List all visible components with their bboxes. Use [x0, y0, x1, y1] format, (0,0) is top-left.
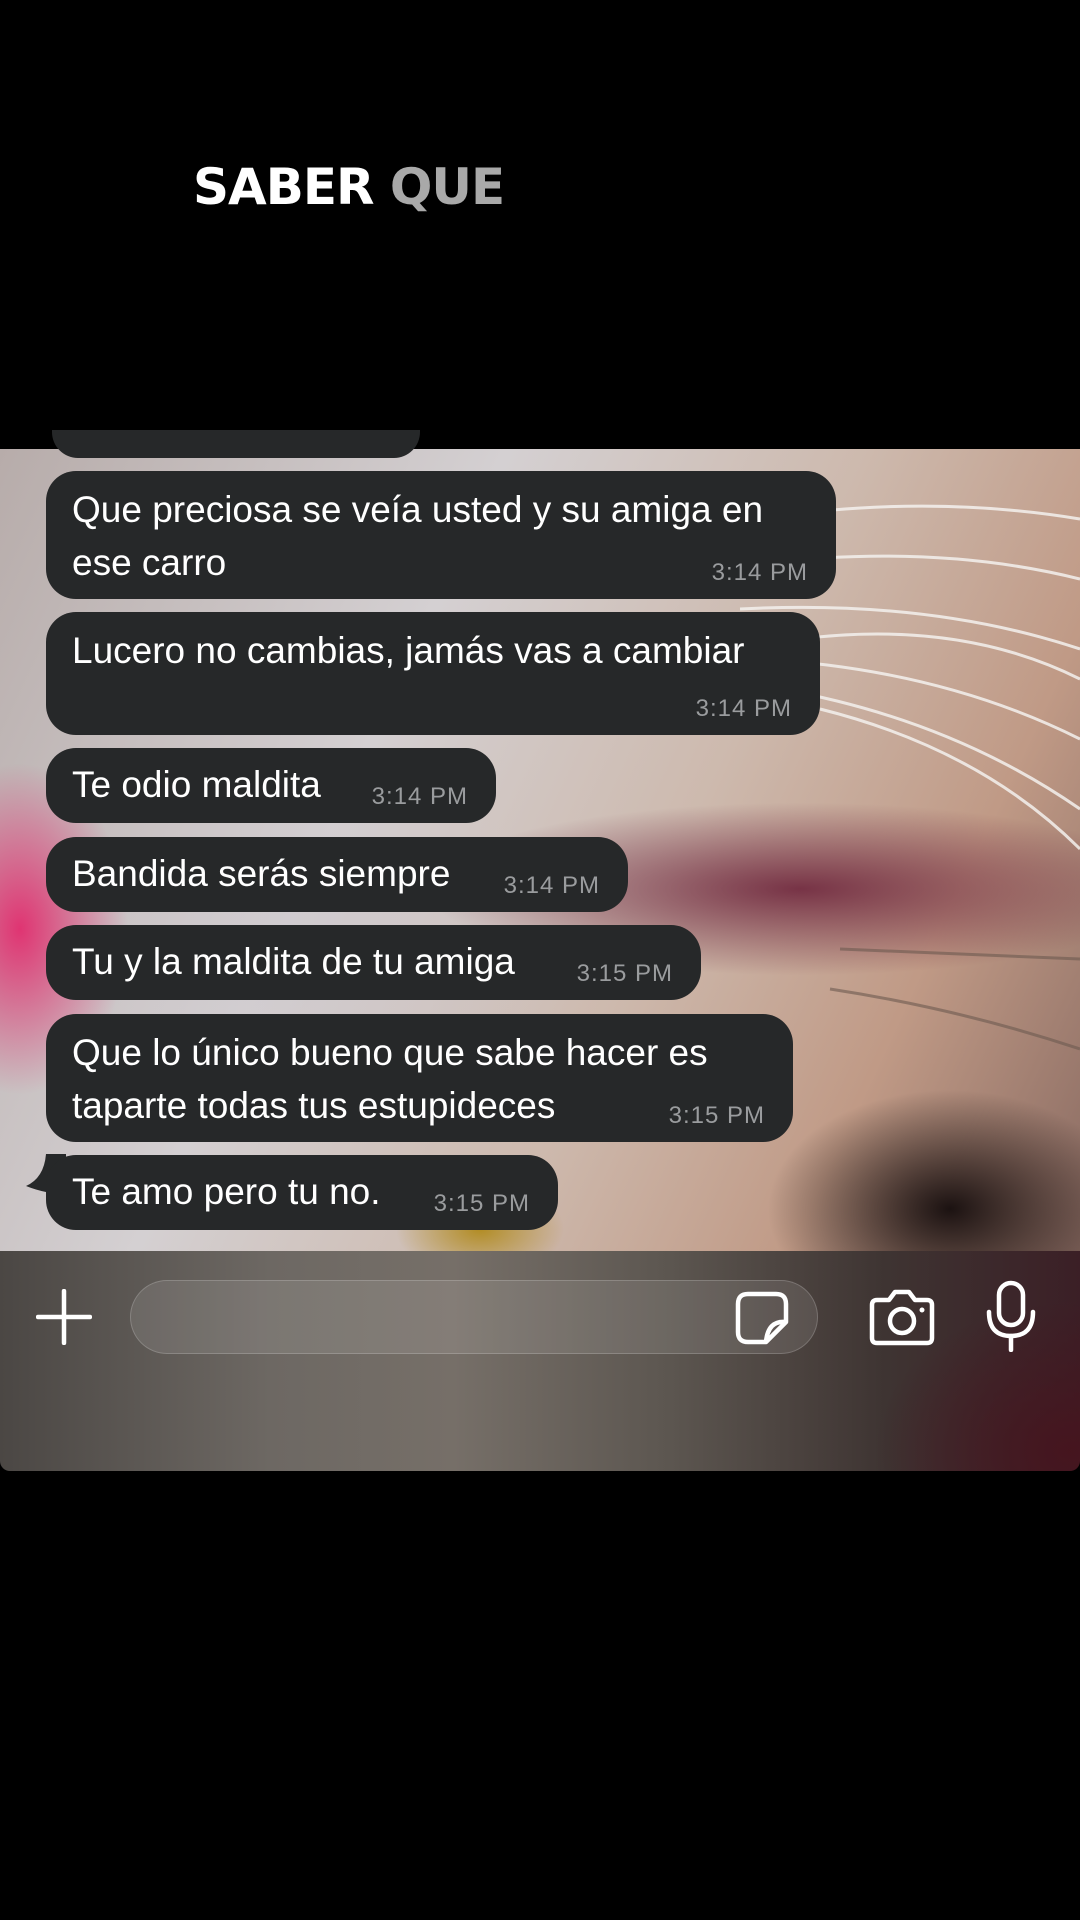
message-bubble-partial — [52, 430, 420, 458]
sticker-icon[interactable] — [734, 1290, 790, 1346]
message-bubble[interactable]: Te amo pero tu no. 3:15 PM — [46, 1155, 558, 1230]
message-bubble[interactable]: Que lo único bueno que sabe hacer es tap… — [46, 1014, 793, 1142]
message-time: 3:15 PM — [576, 960, 673, 987]
microphone-icon[interactable] — [984, 1280, 1038, 1352]
message-bubble[interactable]: Te odio maldita 3:14 PM — [46, 748, 496, 823]
message-text: Tu y la maldita de tu amiga — [72, 941, 515, 982]
message-text: Que preciosa se veía usted y su amiga en… — [72, 489, 764, 583]
video-caption: SABER QUE — [193, 152, 505, 222]
message-text: Que lo único bueno que sabe hacer es tap… — [72, 1032, 708, 1126]
message-time: 3:14 PM — [711, 559, 808, 586]
camera-icon[interactable] — [869, 1288, 935, 1346]
message-bubble[interactable]: Tu y la maldita de tu amiga 3:15 PM — [46, 925, 701, 1000]
caption-word-1: SABER — [193, 158, 374, 216]
message-time: 3:14 PM — [695, 695, 792, 722]
message-text: Te odio maldita — [72, 764, 321, 805]
message-time: 3:15 PM — [668, 1102, 765, 1129]
message-bubble[interactable]: Lucero no cambias, jamás vas a cambiar 3… — [46, 612, 820, 735]
message-time: 3:14 PM — [371, 783, 468, 810]
message-text: Lucero no cambias, jamás vas a cambiar — [72, 630, 745, 671]
caption-word-2: QUE — [389, 158, 505, 216]
message-time: 3:14 PM — [503, 872, 600, 899]
message-text: Bandida serás siempre — [72, 853, 451, 894]
message-bubble[interactable]: Bandida serás siempre 3:14 PM — [46, 837, 628, 912]
message-bubble[interactable]: Que preciosa se veía usted y su amiga en… — [46, 471, 836, 599]
message-input[interactable] — [130, 1280, 818, 1354]
plus-icon[interactable] — [36, 1289, 92, 1345]
message-time: 3:15 PM — [433, 1190, 530, 1217]
message-text: Te amo pero tu no. — [72, 1171, 381, 1212]
